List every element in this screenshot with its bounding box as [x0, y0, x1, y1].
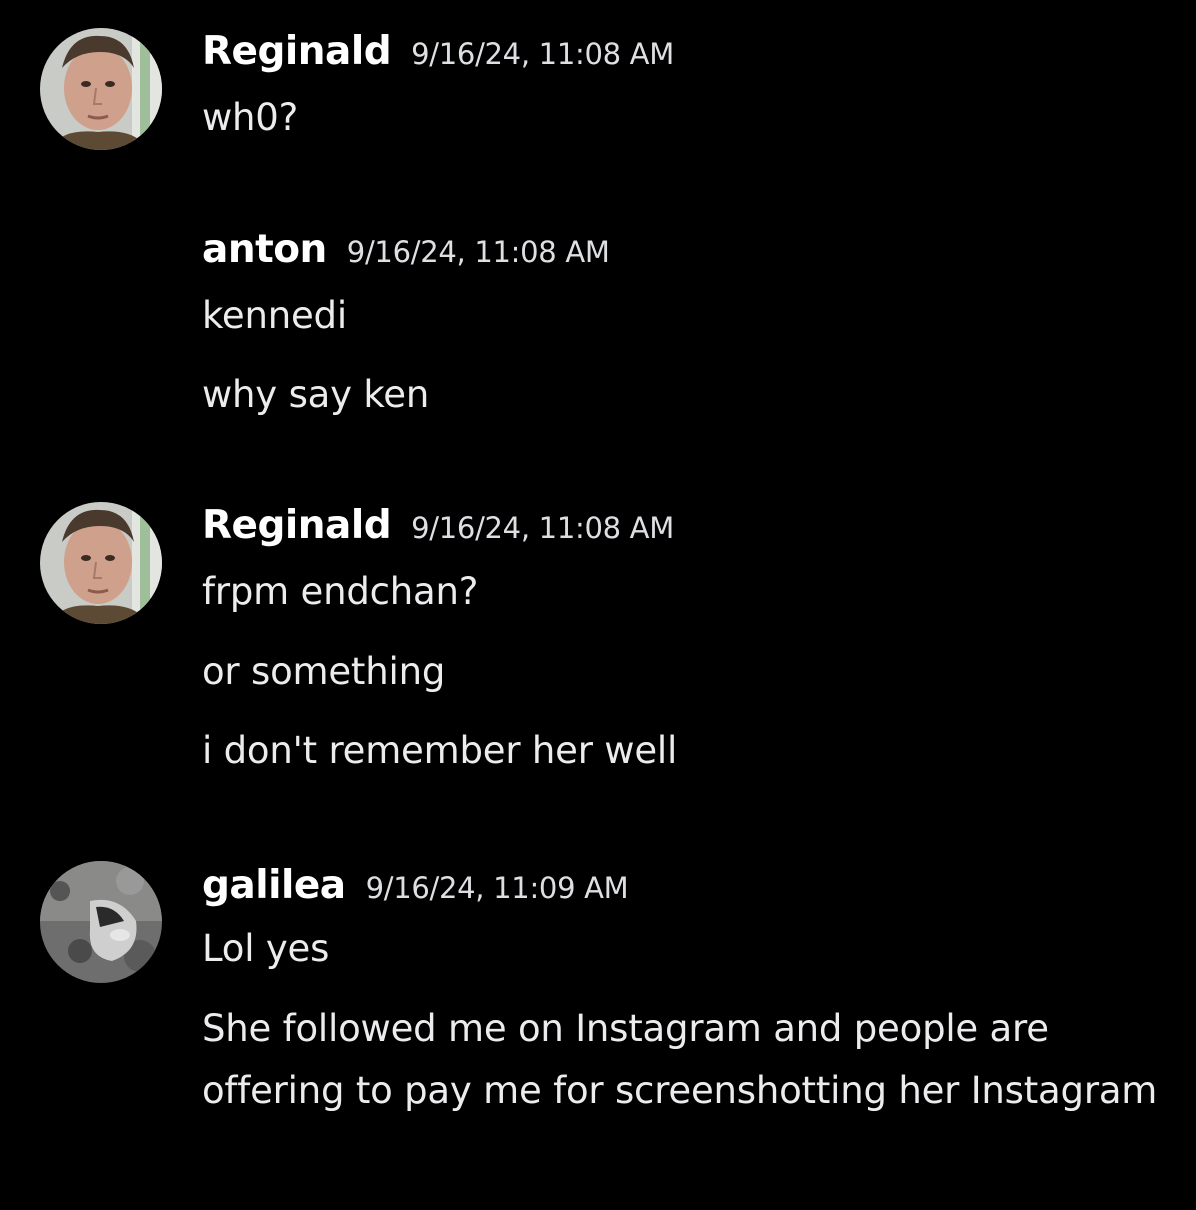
message-text[interactable]: Lol yes: [202, 918, 1162, 980]
timestamp[interactable]: 9/16/24, 11:08 AM: [411, 37, 674, 71]
message-text[interactable]: frpm endchan?: [202, 561, 1162, 623]
timestamp[interactable]: 9/16/24, 11:08 AM: [411, 511, 674, 545]
message-text[interactable]: why say ken: [202, 364, 1162, 426]
username[interactable]: galilea: [202, 863, 346, 908]
message-text[interactable]: She followed me on Instagram and people …: [202, 998, 1162, 1122]
avatar-photo-icon: [40, 861, 162, 983]
message-header: galilea 9/16/24, 11:09 AM: [202, 863, 629, 908]
message-text[interactable]: or something: [202, 641, 1162, 703]
message-header: Reginald 9/16/24, 11:08 AM: [202, 506, 674, 545]
message-header: anton 9/16/24, 11:08 AM: [202, 230, 610, 269]
message-text[interactable]: wh0?: [202, 87, 1162, 149]
message-header: Reginald 9/16/24, 11:08 AM: [202, 32, 674, 71]
username[interactable]: Reginald: [202, 29, 392, 74]
avatar-galilea[interactable]: [40, 861, 162, 983]
timestamp[interactable]: 9/16/24, 11:08 AM: [347, 235, 610, 269]
avatar-reginald[interactable]: [40, 502, 162, 624]
avatar-photo-icon: [40, 28, 162, 150]
username[interactable]: Reginald: [202, 503, 392, 548]
avatar-reginald[interactable]: [40, 28, 162, 150]
timestamp[interactable]: 9/16/24, 11:09 AM: [366, 871, 629, 905]
username[interactable]: anton: [202, 227, 327, 272]
message-text[interactable]: i don't remember her well: [202, 720, 1162, 782]
message-text[interactable]: kennedi: [202, 285, 1162, 347]
avatar-photo-icon: [40, 502, 162, 624]
